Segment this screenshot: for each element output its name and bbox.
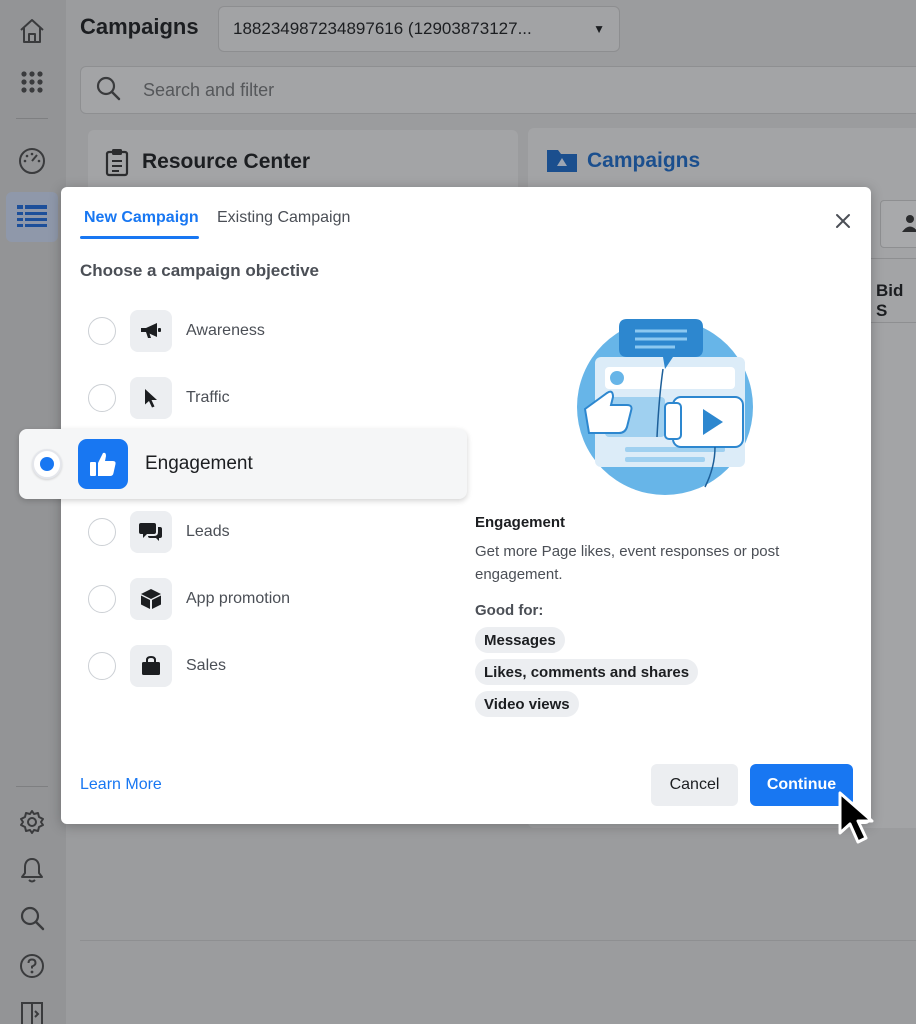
tab-existing-campaign[interactable]: Existing Campaign xyxy=(217,209,350,227)
search-icon[interactable] xyxy=(14,900,50,936)
left-navigation-rail xyxy=(0,0,66,1024)
objective-option-awareness[interactable]: Awareness xyxy=(61,306,265,356)
people-icon xyxy=(901,213,916,238)
tab-new-campaign[interactable]: New Campaign xyxy=(84,209,199,227)
objective-section-title: Choose a campaign objective xyxy=(80,261,320,280)
objective-option-sales[interactable]: Sales xyxy=(61,641,226,691)
objective-option-app-promotion[interactable]: App promotion xyxy=(61,574,290,624)
home-icon[interactable] xyxy=(14,13,50,49)
rail-divider xyxy=(16,786,48,787)
close-button[interactable] xyxy=(829,209,857,237)
view-toggle-button[interactable] xyxy=(880,200,916,248)
learn-more-link[interactable]: Learn More xyxy=(80,776,162,794)
apps-grid-icon[interactable] xyxy=(14,64,50,100)
objective-option-leads[interactable]: Leads xyxy=(61,507,230,557)
objective-label: Traffic xyxy=(186,389,230,406)
radio-app-promotion[interactable] xyxy=(88,585,116,613)
objective-detail-title: Engagement xyxy=(475,514,566,531)
close-icon xyxy=(835,213,851,234)
search-placeholder: Search and filter xyxy=(143,79,275,100)
radio-leads[interactable] xyxy=(88,518,116,546)
caret-down-icon: ▼ xyxy=(593,22,605,36)
footer-divider xyxy=(80,940,916,941)
objective-label: Sales xyxy=(186,657,227,674)
create-campaign-dialog: New Campaign Existing Campaign Choose a … xyxy=(19,187,871,824)
good-for-label: Good for: xyxy=(475,602,544,619)
radio-traffic[interactable] xyxy=(88,384,116,412)
ad-account-value: 188234987234897616 (12903873127... xyxy=(233,19,532,38)
report-panel-icon[interactable] xyxy=(14,996,50,1024)
good-for-tag: Video views xyxy=(475,691,579,717)
rail-divider xyxy=(16,118,48,119)
good-for-tag: Messages xyxy=(475,627,565,653)
help-question-icon[interactable] xyxy=(14,948,50,984)
clipboard-icon xyxy=(104,147,130,182)
search-icon xyxy=(95,75,121,106)
objective-label: App promotion xyxy=(186,590,291,607)
bid-strategy-column-header: Bid S xyxy=(876,281,904,320)
good-for-tag: Likes, comments and shares xyxy=(475,659,699,685)
ad-account-selector[interactable]: 188234987234897616 (12903873127... ▼ xyxy=(218,6,620,52)
engagement-illustration xyxy=(565,297,765,497)
objective-label: Leads xyxy=(186,523,230,540)
resource-center-title: Resource Center xyxy=(142,150,311,173)
table-divider xyxy=(870,322,916,323)
radio-awareness[interactable] xyxy=(88,317,116,345)
campaigns-panel-title: Campaigns xyxy=(587,149,701,172)
page-title: Campaigns xyxy=(80,14,199,39)
objective-option-engagement[interactable]: Engagement xyxy=(19,429,467,499)
search-filter-bar[interactable]: Search and filter xyxy=(80,66,916,114)
ads-manager-table-icon[interactable] xyxy=(6,192,58,242)
radio-selected-dot xyxy=(40,457,54,471)
dashboard-gauge-icon[interactable] xyxy=(14,143,50,179)
radio-engagement-selected[interactable] xyxy=(32,449,62,479)
shopping-bag-icon xyxy=(130,645,172,687)
objective-option-traffic[interactable]: Traffic xyxy=(61,373,230,423)
active-tab-indicator xyxy=(80,236,199,239)
settings-gear-icon[interactable] xyxy=(14,804,50,840)
objective-label: Awareness xyxy=(186,322,265,339)
radio-sales[interactable] xyxy=(88,652,116,680)
pointer-icon xyxy=(130,377,172,419)
objective-detail-description: Get more Page likes, event responses or … xyxy=(475,543,780,583)
chat-bubbles-icon xyxy=(130,511,172,553)
campaigns-folder-icon xyxy=(545,146,579,179)
megaphone-icon xyxy=(130,310,172,352)
notifications-bell-icon[interactable] xyxy=(14,852,50,888)
thumbs-up-icon xyxy=(78,439,128,489)
objective-label: Engagement xyxy=(145,453,253,474)
mouse-pointer-icon xyxy=(834,790,890,850)
cancel-button[interactable]: Cancel xyxy=(651,764,738,806)
box-icon xyxy=(130,578,172,620)
